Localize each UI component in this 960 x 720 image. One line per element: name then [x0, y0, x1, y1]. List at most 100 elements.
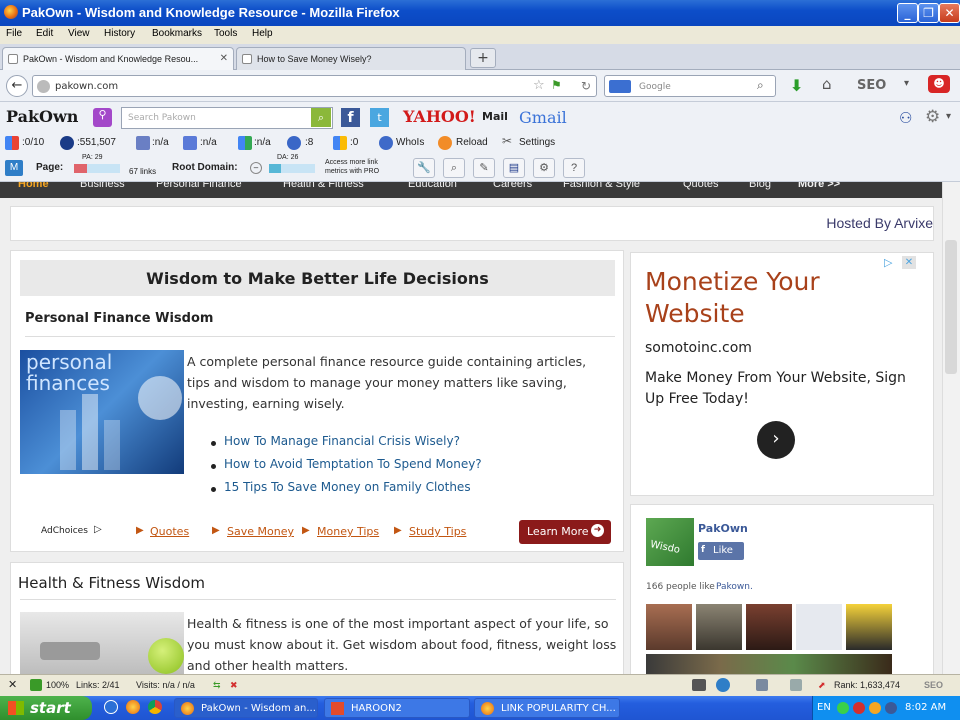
nav-more[interactable]: More >>: [798, 182, 840, 190]
status-screen-icon[interactable]: [790, 679, 802, 691]
fan-avatar[interactable]: [746, 604, 792, 650]
reload-icon[interactable]: ↻: [581, 79, 591, 93]
ie-icon[interactable]: [104, 700, 118, 714]
alpha-icon[interactable]: [183, 136, 197, 150]
nav-careers[interactable]: Careers: [493, 182, 532, 190]
search-box[interactable]: Google ⌕: [604, 75, 776, 97]
gmail-logo[interactable]: Gmail: [519, 108, 567, 127]
google-engine-icon[interactable]: [609, 80, 631, 93]
nav-health-fitness[interactable]: Health & Fitness: [283, 182, 364, 190]
close-button[interactable]: ✕: [939, 3, 960, 23]
menu-help[interactable]: Help: [252, 28, 273, 39]
ad-link-study-tips[interactable]: Study Tips: [409, 525, 466, 538]
menu-edit[interactable]: Edit: [36, 28, 53, 39]
finance-link[interactable]: 15 Tips To Save Money on Family Clothes: [224, 480, 471, 494]
pakown-search-input[interactable]: Search Pakown: [121, 107, 333, 129]
fan-avatar[interactable]: [646, 604, 692, 650]
nav-business[interactable]: Business: [80, 182, 125, 190]
language-indicator[interactable]: EN: [817, 702, 831, 713]
facebook-icon[interactable]: f: [341, 108, 360, 127]
menu-tools[interactable]: Tools: [214, 28, 237, 39]
account-icon[interactable]: ⚇: [899, 109, 912, 127]
pencil-icon[interactable]: ✎: [473, 158, 495, 178]
tab-close-icon[interactable]: ✕: [220, 53, 228, 64]
google-pagerank-icon[interactable]: [5, 136, 19, 150]
magnifier-icon[interactable]: ⌕: [443, 158, 465, 178]
health-image[interactable]: [20, 612, 184, 674]
gear-dropdown-icon[interactable]: ▾: [946, 111, 951, 122]
tab-pakown[interactable]: PakOwn - Wisdom and Knowledge Resou... ✕: [2, 47, 234, 70]
zoom-level[interactable]: 100%: [46, 680, 69, 690]
reload-link[interactable]: Reload: [456, 137, 488, 148]
tray-icon[interactable]: [837, 702, 849, 714]
twitter-icon[interactable]: t: [370, 108, 389, 127]
back-button[interactable]: ←: [6, 75, 28, 97]
facebook-like-button[interactable]: f Like: [698, 542, 744, 560]
scrollbar-thumb[interactable]: [945, 240, 957, 374]
seo-dropdown-icon[interactable]: ▾: [904, 78, 909, 89]
wrench-icon[interactable]: 🔧: [413, 158, 435, 178]
help-icon[interactable]: ?: [563, 158, 585, 178]
menu-view[interactable]: View: [68, 28, 90, 39]
nav-home[interactable]: Home: [18, 182, 49, 190]
ad-next-button[interactable]: ›: [757, 421, 795, 459]
status-sync-icon[interactable]: ⇆: [213, 680, 221, 691]
menu-bookmarks[interactable]: Bookmarks: [152, 28, 202, 39]
likes-page-link[interactable]: Pakown.: [716, 582, 753, 592]
chrome-icon[interactable]: [148, 700, 162, 714]
yahoo-mail-label[interactable]: Mail: [482, 110, 508, 123]
learn-more-button[interactable]: Learn More ➜: [519, 520, 611, 544]
status-block-icon[interactable]: ✖: [230, 680, 238, 691]
nav-education[interactable]: Education: [408, 182, 457, 190]
nav-personal-finance[interactable]: Personal Finance: [156, 182, 242, 190]
links-icon[interactable]: [333, 136, 347, 150]
finance-link[interactable]: How to Avoid Temptation To Spend Money?: [224, 457, 482, 471]
adchoices-label[interactable]: AdChoices: [41, 526, 88, 536]
pakown-search-button[interactable]: ⌕: [311, 108, 331, 127]
search-icon[interactable]: ⌕: [757, 78, 764, 93]
task-link-popularity[interactable]: LINK POPULARITY CH...: [474, 698, 620, 718]
task-haroon2[interactable]: HAROON2: [324, 698, 470, 718]
fan-avatar[interactable]: [846, 604, 892, 650]
tab-save-money[interactable]: How to Save Money Wisely?: [236, 47, 466, 70]
flag-icon[interactable]: ⚑: [551, 78, 562, 92]
ad-title[interactable]: Monetize Your Website: [645, 266, 925, 330]
url-bar[interactable]: pakown.com ☆ ⚑ ↻: [32, 75, 597, 97]
bookmark-star-icon[interactable]: ☆: [533, 78, 545, 93]
download-icon[interactable]: ⬇: [790, 76, 803, 95]
fan-avatar[interactable]: [696, 604, 742, 650]
status-monitor-icon[interactable]: [756, 679, 768, 691]
yahoo-logo[interactable]: YAHOO!: [403, 107, 476, 126]
status-close-icon[interactable]: ✕: [8, 678, 17, 691]
reload-seo-icon[interactable]: [438, 136, 452, 150]
settings-link[interactable]: Settings: [519, 137, 555, 148]
minimize-button[interactable]: _: [897, 3, 918, 23]
seo-toolbar-label[interactable]: SEO: [857, 78, 886, 93]
status-globe-icon[interactable]: [716, 678, 730, 692]
google-index-icon[interactable]: [238, 136, 252, 150]
nav-blog[interactable]: Blog: [749, 182, 771, 190]
menu-history[interactable]: History: [104, 28, 135, 39]
alexa-icon[interactable]: [60, 136, 74, 150]
finance-title[interactable]: Personal Finance Wisdom: [25, 311, 213, 326]
ad-link-money-tips[interactable]: Money Tips: [317, 525, 379, 538]
pakown-page-avatar[interactable]: Wisdo: [646, 518, 694, 566]
ad-domain[interactable]: somotoinc.com: [645, 340, 752, 356]
moz-settings-icon[interactable]: ⚙: [533, 158, 555, 178]
clock[interactable]: 8:02 AM: [905, 702, 946, 713]
facebook-page-name[interactable]: PakOwn: [698, 522, 748, 535]
hosted-by-text[interactable]: Hosted By Arvixe: [826, 215, 933, 231]
fan-avatar-row[interactable]: [646, 654, 892, 674]
gear-icon[interactable]: ⚙: [925, 107, 940, 127]
ad-link-quotes[interactable]: Quotes: [150, 525, 189, 538]
nav-quotes[interactable]: Quotes: [683, 182, 718, 190]
settings-tools-icon[interactable]: ✂: [502, 134, 512, 148]
addon-smiley-icon[interactable]: ☻: [928, 75, 950, 93]
finance-link[interactable]: How To Manage Financial Crisis Wisely?: [224, 434, 460, 448]
tray-icon[interactable]: [869, 702, 881, 714]
index-icon[interactable]: [136, 136, 150, 150]
adchoices-icon[interactable]: ▷: [94, 524, 102, 535]
whois-link[interactable]: WhoIs: [396, 137, 424, 148]
maximize-button[interactable]: ❐: [918, 3, 939, 23]
root-domain-toggle-icon[interactable]: –: [250, 162, 262, 174]
